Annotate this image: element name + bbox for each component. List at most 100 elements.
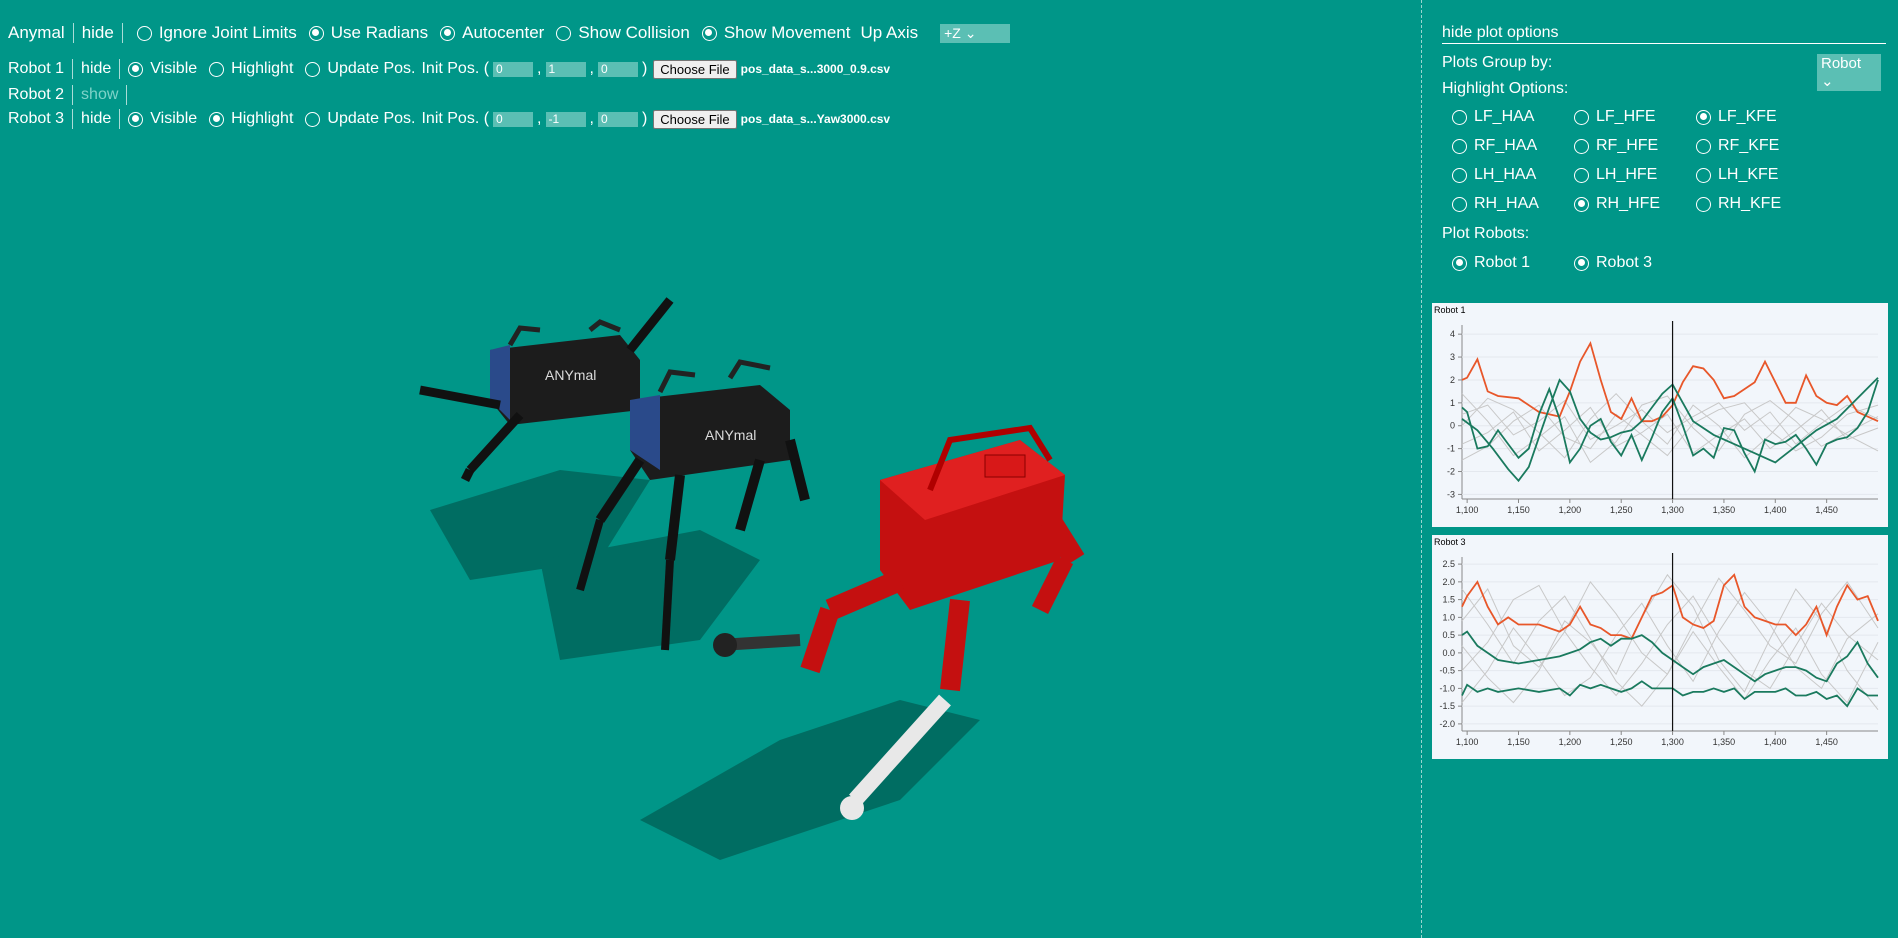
robot-3-file-name: pos_data_s...Yaw3000.csv [740,112,891,126]
joint-radio[interactable] [1574,196,1589,212]
joint-label: RH_HAA [1474,195,1539,212]
robot-3-visible-option[interactable]: Visible [122,110,197,128]
joint-option-lf-hfe[interactable]: LF_HFE [1568,108,1656,126]
joint-radio[interactable] [1452,167,1467,183]
show-collision-option[interactable]: Show Collision [550,23,690,43]
robot-1-file-name: pos_data_s...3000_0.9.csv [740,62,891,76]
joint-radio[interactable] [1574,138,1589,154]
joint-label: LH_KFE [1718,166,1779,183]
joint-radio[interactable] [1452,109,1467,125]
series-line [1461,680,1878,708]
robot-3-visible-radio[interactable] [128,111,144,127]
robot-1-choose-file-button[interactable]: Choose File [653,59,737,79]
plot-robot-label: Robot 3 [1596,254,1653,271]
robot-3-highlight-radio[interactable] [209,111,225,127]
robot-1-init-y[interactable]: 1 [545,61,586,77]
joint-radio[interactable] [1574,167,1589,183]
robot-1-plot-svg: Robot 1 4 3 2 1 0 -1 -2 -31,100 1,150 1,200 1,250 1,… [1434,305,1879,515]
robot-3-choose-file-button[interactable]: Choose File [653,109,737,129]
joint-radio[interactable] [1696,138,1711,154]
joint-radio[interactable] [1696,109,1711,125]
robot-1-visible-option[interactable]: Visible [122,60,197,78]
y-tick-label: 2.5 [1442,559,1455,569]
robot-1-visible-radio[interactable] [128,61,144,77]
robot-3-update-option[interactable]: Update Pos. [299,110,415,128]
use-radians-label: Use Radians [330,23,429,42]
plot-robot-radio[interactable] [1452,255,1467,271]
robot-3-name: Robot 3 [8,110,65,127]
ignore-joint-limits-option[interactable]: Ignore Joint Limits [131,23,297,43]
robot-3d-viewport[interactable]: ANYmal ANYmal [0,140,1400,900]
separator [126,85,128,105]
x-tick-label: 1,100 [1456,505,1479,515]
robot-3-highlight-option[interactable]: Highlight [203,110,293,128]
robot-2-show-link[interactable]: show [81,86,118,104]
series-line [1461,340,1879,423]
joint-radio[interactable] [1696,167,1711,183]
plot-robot-radio[interactable] [1574,255,1589,271]
robot-3-init-z[interactable]: 0 [597,111,638,127]
robot-1-update-radio[interactable] [305,61,321,77]
panel-divider[interactable] [1421,0,1422,938]
hide-toolbar-link[interactable]: hide [82,23,114,43]
show-movement-radio[interactable] [701,25,717,41]
ignore-joint-limits-radio[interactable] [136,25,152,41]
robot-3-init-x[interactable]: 0 [493,111,534,127]
robot-3-visible-label: Visible [150,110,198,127]
joint-label: LH_HAA [1474,166,1537,183]
joint-radio[interactable] [1452,138,1467,154]
x-tick-label: 1,200 [1559,737,1582,747]
y-tick-label: 1 [1450,398,1455,408]
robot-1-plot[interactable]: Robot 1 4 3 2 1 0 -1 -2 -3 1,100 1,150 1,200 1,250 1,… [1432,303,1888,527]
show-movement-option[interactable]: Show Movement [696,23,851,43]
autocenter-option[interactable]: Autocenter [434,23,544,43]
robot-1-update-option[interactable]: Update Pos. [299,60,415,78]
robot-1-highlight-option[interactable]: Highlight [203,60,293,78]
joint-option-rh-hfe[interactable]: RH_HFE [1568,195,1660,213]
joint-option-rh-kfe[interactable]: RH_KFE [1690,195,1781,213]
robot-3-update-label: Update Pos. [327,110,416,127]
separator [121,23,123,43]
robot-1-hide-link[interactable]: hide [81,60,111,78]
joint-option-rf-hfe[interactable]: RF_HFE [1568,137,1658,155]
joint-option-lh-hfe[interactable]: LH_HFE [1568,166,1657,184]
joint-radio[interactable] [1452,196,1467,212]
x-tick-label: 1,300 [1661,737,1684,747]
autocenter-radio[interactable] [440,25,456,41]
y-tick-label: -1.5 [1439,701,1455,711]
joint-option-rf-kfe[interactable]: RF_KFE [1690,137,1779,155]
robot-3-init-y[interactable]: -1 [545,111,586,127]
y-tick-label: 4 [1450,329,1455,339]
separator [119,109,121,129]
robot-1-init-z[interactable]: 0 [597,61,638,77]
joint-option-lh-kfe[interactable]: LH_KFE [1690,166,1778,184]
joint-option-rf-haa[interactable]: RF_HAA [1446,137,1537,155]
y-tick-label: 1.0 [1442,612,1455,622]
x-tick-label: 1,150 [1507,737,1530,747]
joint-radio[interactable] [1696,196,1711,212]
hide-plot-options-link[interactable]: hide plot options [1442,24,1886,44]
joint-label: RH_KFE [1718,195,1782,212]
joint-option-lh-haa[interactable]: LH_HAA [1446,166,1536,184]
up-axis-select[interactable]: +Z ⌄ [940,23,1011,43]
robot-1-init-x[interactable]: 0 [493,61,534,77]
use-radians-option[interactable]: Use Radians [303,23,428,43]
use-radians-radio[interactable] [308,25,324,41]
y-tick-label: 0.5 [1442,630,1455,640]
robot-1-highlight-radio[interactable] [209,61,225,77]
show-collision-radio[interactable] [556,25,572,41]
joint-option-lf-kfe[interactable]: LF_KFE [1690,108,1777,126]
plots-group-by-select[interactable]: Robot ⌄ [1817,54,1881,91]
joint-radio[interactable] [1574,109,1589,125]
robot-3-update-radio[interactable] [305,111,321,127]
joint-option-lf-haa[interactable]: LF_HAA [1446,108,1534,126]
show-movement-label: Show Movement [723,23,851,42]
plot-robot-option-1[interactable]: Robot 1 [1446,254,1530,272]
robot-3-plot[interactable]: Robot 3 2.5 2.0 1.5 1.0 0.5 0.0 -0.5 -1.0 -1.5 -2.… [1432,535,1888,759]
x-tick-label: 1,350 [1713,505,1736,515]
top-toolbar: Anymal hide Ignore Joint Limits Use Radi… [8,21,1011,45]
robot-1-init-label: Init Pos. ( [421,60,490,77]
robot-3-hide-link[interactable]: hide [81,110,111,128]
plot-robot-option-3[interactable]: Robot 3 [1568,254,1652,272]
joint-option-rh-haa[interactable]: RH_HAA [1446,195,1539,213]
